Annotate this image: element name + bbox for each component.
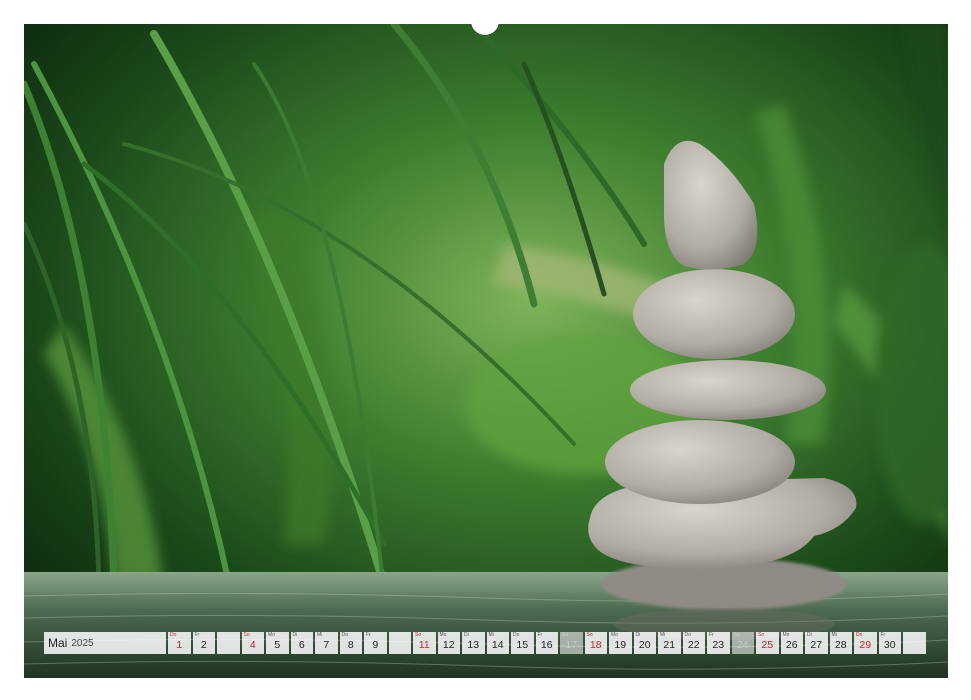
weekday-label: Do	[170, 632, 177, 638]
weekday-label: Mi	[831, 632, 837, 638]
weekday-label: So	[415, 632, 422, 638]
day-number: 13	[467, 639, 480, 651]
weekday-label: Mi	[317, 632, 323, 638]
day-cell: Di 27	[805, 632, 828, 654]
day-cell: Sa 24	[731, 632, 754, 654]
day-cell: So 18	[584, 632, 607, 654]
day-cell: Mo 5	[266, 632, 289, 654]
day-number: 11	[418, 639, 430, 651]
day-cell: Di 20	[633, 632, 656, 654]
day-number: 12	[442, 639, 455, 651]
day-cells: Do 1 Fr 2 So 4 Mo 5 Di 6 Mi 7 Do 8 Fr 9 So 11 Mo 12 Di 13 Mi 14…	[168, 632, 926, 654]
day-number: 27	[810, 639, 823, 651]
weekday-label: Fr	[366, 632, 371, 638]
weekday-label: Mo	[268, 632, 275, 638]
day-number: 2	[200, 639, 207, 651]
weekday-label: Mi	[488, 632, 494, 638]
day-number: 24	[736, 639, 749, 651]
weekday-label: So	[758, 632, 765, 638]
day-cell: Mi 14	[486, 632, 509, 654]
day-number: 4	[249, 639, 256, 651]
day-cell: Fr 23	[707, 632, 730, 654]
weekday-label: Do	[684, 632, 691, 638]
weekday-label: Di	[807, 632, 812, 638]
weekday-label: Do	[513, 632, 520, 638]
day-number: 1	[176, 639, 183, 651]
day-cell: Di 6	[290, 632, 313, 654]
weekday-label: Di	[635, 632, 641, 638]
day-number: 7	[323, 639, 330, 651]
day-cell-empty	[903, 632, 926, 654]
day-number: 9	[372, 639, 379, 651]
photo-artwork	[24, 24, 948, 678]
day-cell: Fr 30	[878, 632, 901, 654]
weekday-label: Fr	[880, 632, 886, 638]
day-number: 14	[491, 639, 504, 651]
day-number: 29	[859, 639, 872, 651]
day-number: 25	[761, 639, 774, 651]
calendar-strip: Mai 2025 Do 1 Fr 2 So 4 Mo 5 Di 6 Mi 7 Do 8 Fr 9 So 11 Mo 1…	[44, 632, 928, 654]
weekday-label: Mo	[439, 632, 447, 638]
day-number: 20	[638, 639, 651, 651]
month-year: 2025	[71, 637, 94, 649]
weekday-label: So	[586, 632, 593, 638]
calendar-page: Mai 2025 Do 1 Fr 2 So 4 Mo 5 Di 6 Mi 7 Do 8 Fr 9 So 11 Mo 1…	[0, 0, 971, 700]
day-cell: Fr 9	[364, 632, 387, 654]
day-number: 6	[298, 639, 305, 651]
day-cell: Do 15	[511, 632, 534, 654]
day-cell: Do 8	[339, 632, 362, 654]
weekday-label: Do	[856, 632, 863, 638]
zen-stones-photo	[24, 24, 948, 678]
weekday-label: Fr	[537, 632, 543, 638]
day-cell-empty	[217, 632, 240, 654]
day-cell: Mi 7	[315, 632, 338, 654]
day-cell: Di 13	[462, 632, 485, 654]
month-name: Mai	[48, 636, 68, 650]
day-cell: Mo 26	[780, 632, 803, 654]
day-cell: So 25	[756, 632, 779, 654]
day-number: 18	[589, 639, 602, 651]
day-number: 28	[834, 639, 847, 651]
day-cell-empty	[388, 632, 411, 654]
day-number: 16	[540, 639, 553, 651]
day-number: 19	[614, 639, 627, 651]
weekday-label: So	[243, 632, 250, 638]
weekday-label: Mo	[611, 632, 618, 638]
day-cell: Mi 21	[658, 632, 681, 654]
day-cell: So 11	[413, 632, 436, 654]
day-number: 22	[687, 639, 700, 651]
day-number: 17	[565, 639, 578, 651]
day-cell: Mi 28	[829, 632, 852, 654]
day-number: 30	[883, 639, 896, 651]
day-number: 8	[347, 639, 354, 651]
weekday-label: Mi	[660, 632, 666, 638]
day-number: 21	[663, 639, 676, 651]
weekday-label: Fr	[194, 632, 200, 638]
month-label: Mai 2025	[44, 632, 166, 654]
day-cell: Sa 17	[560, 632, 583, 654]
day-cell: Fr 16	[535, 632, 558, 654]
day-number: 15	[516, 639, 529, 651]
day-number: 5	[274, 639, 281, 651]
day-cell: Fr 2	[192, 632, 215, 654]
weekday-label: Di	[464, 632, 469, 638]
weekday-label: Sa	[733, 632, 740, 638]
weekday-label: Di	[292, 632, 298, 638]
day-cell: Mo 19	[609, 632, 632, 654]
day-cell: Mo 12	[437, 632, 460, 654]
day-number: 26	[785, 639, 798, 651]
weekday-label: Mo	[782, 632, 790, 638]
day-number: 23	[712, 639, 725, 651]
day-cell: Do 29	[854, 632, 877, 654]
weekday-label: Fr	[709, 632, 714, 638]
day-cell: Do 1	[168, 632, 191, 654]
weekday-label: Sa	[562, 632, 569, 638]
weekday-label: Do	[341, 632, 348, 638]
day-cell: So 4	[241, 632, 264, 654]
day-cell: Do 22	[682, 632, 705, 654]
